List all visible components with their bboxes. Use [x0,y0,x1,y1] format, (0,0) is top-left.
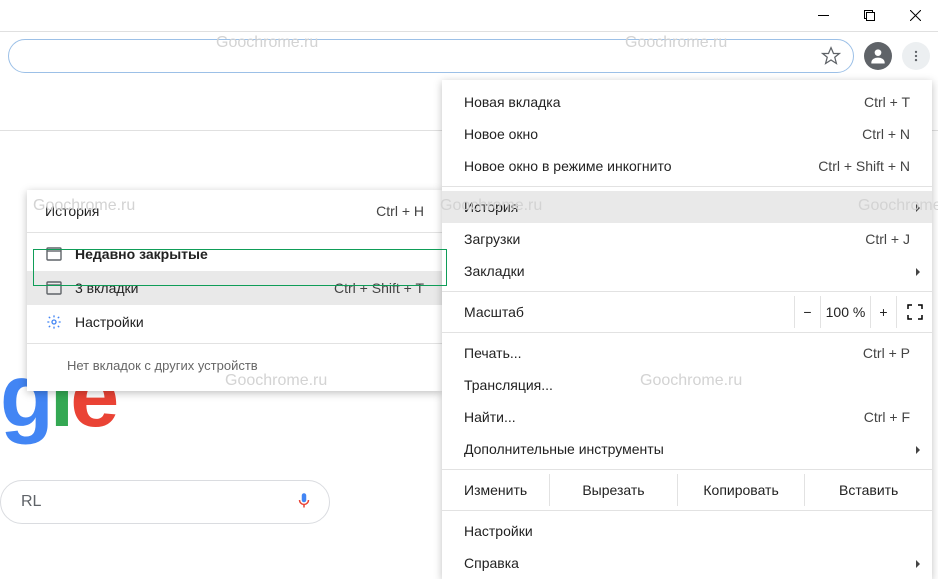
menu-find[interactable]: Найти... Ctrl + F [442,401,932,433]
menu-label: Найти... [464,409,516,425]
zoom-out-button[interactable]: − [794,296,820,328]
profile-avatar-button[interactable] [864,42,892,70]
window-maximize-button[interactable] [846,0,892,32]
menu-settings[interactable]: Настройки [442,515,932,547]
window-minimize-button[interactable] [800,0,846,32]
item-label: Настройки [75,314,424,330]
chevron-right-icon [914,199,922,215]
no-tabs-from-devices: Нет вкладок с других устройств [27,348,442,383]
gear-icon [45,313,63,331]
menu-shortcut: Ctrl + N [862,126,910,142]
chevron-right-icon [914,555,922,571]
menu-label: Справка [464,555,519,571]
menu-new-incognito[interactable]: Новое окно в режиме инкогнито Ctrl + Shi… [442,150,932,182]
menu-shortcut: Ctrl + J [865,231,910,247]
tabs-icon [45,279,63,297]
menu-zoom-row: Масштаб − 100 % + [442,296,932,328]
menu-label: Закладки [464,263,525,279]
chevron-right-icon [914,441,922,457]
menu-label: Трансляция... [464,377,553,393]
menu-more-tools[interactable]: Дополнительные инструменты [442,433,932,465]
menu-shortcut: Ctrl + P [863,345,910,361]
menu-shortcut: Ctrl + H [376,203,424,219]
fullscreen-button[interactable] [896,296,932,328]
menu-help[interactable]: Справка [442,547,932,579]
menu-label: История [45,203,99,219]
bookmark-star-icon[interactable] [821,46,841,66]
edit-copy-button[interactable]: Копировать [677,474,805,506]
chevron-right-icon [914,263,922,279]
menu-label: Новое окно в режиме инкогнито [464,158,672,174]
address-bar[interactable] [8,39,854,73]
menu-label: Дополнительные инструменты [464,441,664,457]
menu-separator [442,510,932,511]
menu-shortcut: Ctrl + F [864,409,910,425]
menu-shortcut: Ctrl + T [864,94,910,110]
menu-label: Настройки [464,523,533,539]
search-placeholder: RL [21,493,41,511]
zoom-value: 100 % [820,296,870,328]
menu-label: Изменить [442,482,549,498]
browser-toolbar [0,32,938,80]
menu-history[interactable]: История [442,191,932,223]
window-close-button[interactable] [892,0,938,32]
google-search-input[interactable]: RL [0,480,330,524]
menu-separator [27,343,442,344]
menu-cast[interactable]: Трансляция... [442,369,932,401]
menu-shortcut: Ctrl + Shift + N [818,158,910,174]
menu-separator [442,469,932,470]
window-frame-icon [45,245,63,263]
menu-downloads[interactable]: Загрузки Ctrl + J [442,223,932,255]
menu-label: Масштаб [464,304,784,320]
chrome-main-menu: Новая вкладка Ctrl + T Новое окно Ctrl +… [442,80,932,579]
chrome-menu-button[interactable] [902,42,930,70]
recently-closed-item[interactable]: Настройки [27,305,442,339]
menu-separator [442,186,932,187]
edit-cut-button[interactable]: Вырезать [549,474,677,506]
menu-separator [27,232,442,233]
window-titlebar [0,0,938,32]
menu-label: Загрузки [464,231,520,247]
recently-closed-item[interactable]: 3 вкладки Ctrl + Shift + T [27,271,442,305]
history-open-full[interactable]: История Ctrl + H [27,194,442,228]
menu-bookmarks[interactable]: Закладки [442,255,932,287]
menu-print[interactable]: Печать... Ctrl + P [442,337,932,369]
menu-label: Новая вкладка [464,94,561,110]
edit-paste-button[interactable]: Вставить [804,474,932,506]
item-label: 3 вкладки [75,280,322,296]
recently-closed-heading: Недавно закрытые [27,237,442,271]
history-submenu: История Ctrl + H Недавно закрытые 3 вкла… [27,190,442,391]
item-shortcut: Ctrl + Shift + T [334,280,424,296]
menu-separator [442,291,932,292]
menu-label: Печать... [464,345,522,361]
menu-separator [442,332,932,333]
menu-label: История [464,199,518,215]
section-label: Недавно закрытые [75,246,424,262]
mic-icon[interactable] [295,491,313,514]
menu-label: Новое окно [464,126,538,142]
menu-new-tab[interactable]: Новая вкладка Ctrl + T [442,86,932,118]
zoom-in-button[interactable]: + [870,296,896,328]
menu-new-window[interactable]: Новое окно Ctrl + N [442,118,932,150]
menu-edit-row: Изменить Вырезать Копировать Вставить [442,474,932,506]
